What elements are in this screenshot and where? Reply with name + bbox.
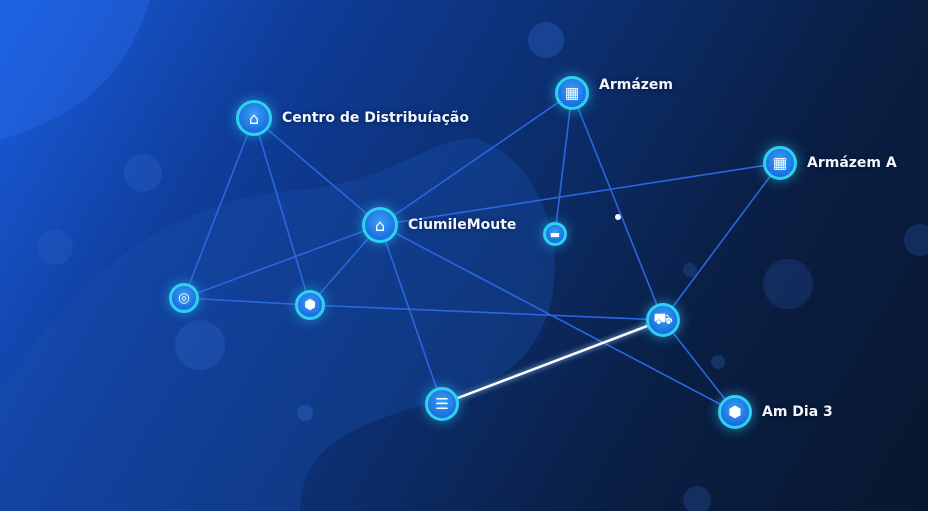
edge-list-truck bbox=[441, 318, 664, 406]
warehouse-icon: ▦ bbox=[772, 154, 788, 172]
truck-icon: ⛟ bbox=[653, 310, 673, 328]
support-icon: ◎ bbox=[178, 290, 190, 306]
node-label: Armázem A bbox=[807, 155, 897, 171]
cube-icon: ⬢ bbox=[728, 403, 742, 421]
edge-cd-box bbox=[253, 117, 311, 306]
node-cd[interactable]: ⌂ bbox=[236, 100, 272, 136]
network-diagram: ⌂ Centro de Distribuíação ⌂ CiumileMoute ▦ Ar… bbox=[0, 0, 928, 511]
node-label: Am Dia 3 bbox=[762, 404, 833, 420]
node-label: CiumileMoute bbox=[408, 217, 517, 233]
node-label: Armázem bbox=[599, 77, 674, 93]
house-icon: ⌂ bbox=[374, 215, 386, 235]
node-left[interactable]: ◎ bbox=[169, 283, 199, 313]
node-list[interactable]: ☰ bbox=[425, 387, 459, 421]
node-box[interactable]: ⬢ bbox=[295, 290, 325, 320]
edge-hub-dia3 bbox=[379, 224, 736, 413]
edge-cd-left bbox=[183, 117, 255, 299]
edge-box-truck bbox=[309, 304, 664, 321]
node-small[interactable]: ▬ bbox=[543, 222, 567, 246]
edge-arm-small bbox=[554, 92, 573, 235]
node-label: Centro de Distribuíação bbox=[282, 110, 469, 126]
box-icon: ▬ bbox=[549, 227, 561, 241]
edge-arm-truck bbox=[571, 92, 664, 321]
edge-hub-list bbox=[379, 224, 443, 405]
node-dia3[interactable]: ⬢ bbox=[718, 395, 752, 429]
node-armA[interactable]: ▦ bbox=[763, 146, 797, 180]
node-arm[interactable]: ▦ bbox=[555, 76, 589, 110]
edges-layer bbox=[183, 92, 781, 413]
house-icon: ⌂ bbox=[248, 108, 260, 128]
edge-cd-hub bbox=[253, 117, 381, 226]
warehouse-icon: ▦ bbox=[564, 84, 580, 102]
edge-armA-truck bbox=[662, 162, 781, 321]
edge-hub-left bbox=[183, 224, 381, 299]
edge-left-box bbox=[183, 297, 311, 306]
cube-icon: ⬢ bbox=[304, 297, 316, 313]
node-truck[interactable]: ⛟ bbox=[646, 303, 680, 337]
list-icon: ☰ bbox=[435, 395, 449, 413]
node-hub[interactable]: ⌂ bbox=[362, 207, 398, 243]
edge-hub-armA bbox=[379, 162, 781, 226]
